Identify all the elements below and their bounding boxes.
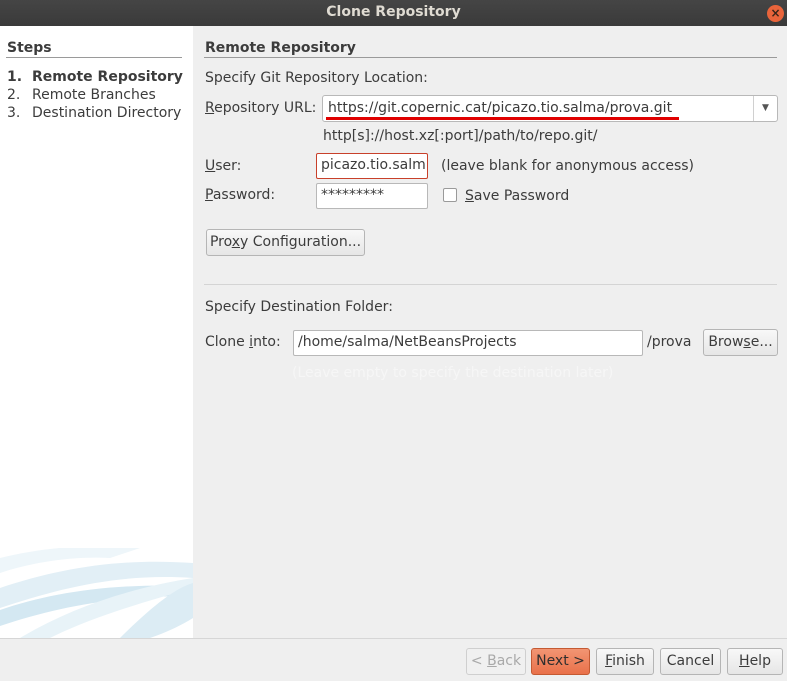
window-title: Clone Repository — [326, 4, 461, 20]
password-input[interactable]: ********* — [316, 183, 428, 209]
steps-title: Steps — [7, 40, 52, 56]
clone-repository-dialog: Steps 1. Remote Repository 2. Remote Branc… — [0, 26, 787, 681]
finish-button[interactable]: Finish — [596, 648, 654, 675]
help-button[interactable]: Help — [727, 648, 783, 675]
repository-url-combo[interactable]: https://git.copernic.cat/picazo.tio.salm… — [322, 95, 778, 122]
clone-into-label: Clone into: — [205, 334, 281, 350]
user-input[interactable]: picazo.tio.salm — [316, 153, 428, 179]
divider — [204, 57, 777, 58]
clone-into-input[interactable]: /home/salma/NetBeansProjects — [293, 330, 643, 356]
location-label: Specify Git Repository Location: — [205, 70, 428, 86]
chevron-down-icon[interactable]: ▼ — [753, 96, 777, 121]
destination-hint: (Leave empty to specify the destination … — [292, 365, 614, 381]
user-hint: (leave blank for anonymous access) — [441, 158, 695, 174]
divider — [6, 57, 182, 58]
section-title: Remote Repository — [205, 40, 356, 56]
step-destination-directory: 3. Destination Directory — [7, 105, 182, 121]
repository-url-value[interactable]: https://git.copernic.cat/picazo.tio.salm… — [328, 100, 672, 116]
netbeans-watermark — [0, 548, 193, 638]
cancel-button[interactable]: Cancel — [660, 648, 721, 675]
next-button[interactable]: Next > — [531, 648, 590, 675]
save-password-checkbox[interactable] — [443, 188, 457, 202]
close-icon[interactable]: × — [767, 5, 784, 22]
divider — [204, 284, 777, 285]
password-label: Password: — [205, 187, 276, 203]
save-password-label[interactable]: Save Password — [465, 188, 569, 204]
highlight-underline — [326, 117, 679, 120]
repository-url-hint: http[s]://host.xz[:port]/path/to/repo.gi… — [323, 128, 598, 144]
user-label: User: — [205, 158, 242, 174]
browse-button[interactable]: Browse... — [703, 329, 778, 356]
proxy-configuration-button[interactable]: Proxy Configuration... — [206, 229, 365, 256]
repository-url-label: Repository URL: — [205, 100, 317, 116]
step-remote-repository: 1. Remote Repository — [7, 69, 183, 85]
steps-panel: Steps 1. Remote Repository 2. Remote Branc… — [0, 26, 193, 638]
divider — [0, 638, 787, 639]
back-button[interactable]: < Back — [466, 648, 526, 675]
clone-suffix: /prova — [647, 334, 692, 350]
destination-label: Specify Destination Folder: — [205, 299, 393, 315]
title-bar: Clone Repository × — [0, 0, 787, 26]
step-remote-branches: 2. Remote Branches — [7, 87, 156, 103]
